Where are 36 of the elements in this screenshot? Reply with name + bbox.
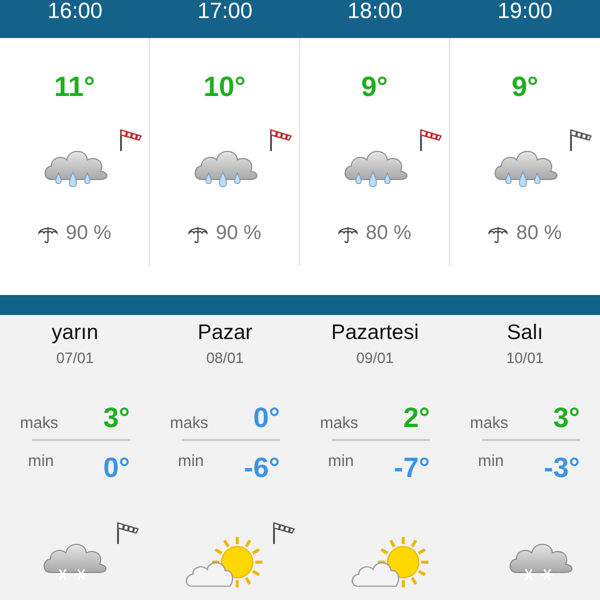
day-name: Pazar <box>198 321 252 345</box>
min-label: min <box>178 453 204 471</box>
date-label: 09/01 <box>356 350 394 367</box>
date-label: 10/01 <box>506 350 544 367</box>
hour-label: 18:00 <box>347 0 403 22</box>
max-label: maks <box>170 415 208 433</box>
rain-chance: 80 % <box>516 222 562 245</box>
max-temperature: 3° <box>103 403 130 433</box>
rain-chance: 90 % <box>66 222 112 245</box>
temperature: 10° <box>203 70 246 104</box>
min-temperature: -7° <box>394 453 430 483</box>
max-label: maks <box>320 415 358 433</box>
max-label: maks <box>20 415 58 433</box>
day-name: Salı <box>506 321 544 345</box>
hour-label: 17:00 <box>197 0 253 22</box>
min-label: min <box>328 453 354 471</box>
min-temperature: -3° <box>544 453 580 483</box>
hour-label: 19:00 <box>497 0 553 22</box>
day-name: Pazartesi <box>331 321 419 345</box>
min-label: min <box>28 453 54 471</box>
max-temperature: 0° <box>253 403 280 433</box>
rain-chance: 90 % <box>216 222 262 245</box>
rain-chance: 80 % <box>366 222 412 245</box>
date-label: 07/01 <box>56 350 94 367</box>
min-label: min <box>478 453 504 471</box>
min-temperature: 0° <box>103 453 130 483</box>
hour-label: 16:00 <box>47 0 103 22</box>
date-label: 08/01 <box>206 350 244 367</box>
max-temperature: 3° <box>553 403 580 433</box>
min-temperature: -6° <box>244 453 280 483</box>
max-label: maks <box>470 415 508 433</box>
temperature: 11° <box>54 70 95 104</box>
max-temperature: 2° <box>403 403 430 433</box>
day-name: yarın <box>52 321 98 345</box>
temperature: 9° <box>361 70 388 104</box>
temperature: 9° <box>512 70 538 104</box>
